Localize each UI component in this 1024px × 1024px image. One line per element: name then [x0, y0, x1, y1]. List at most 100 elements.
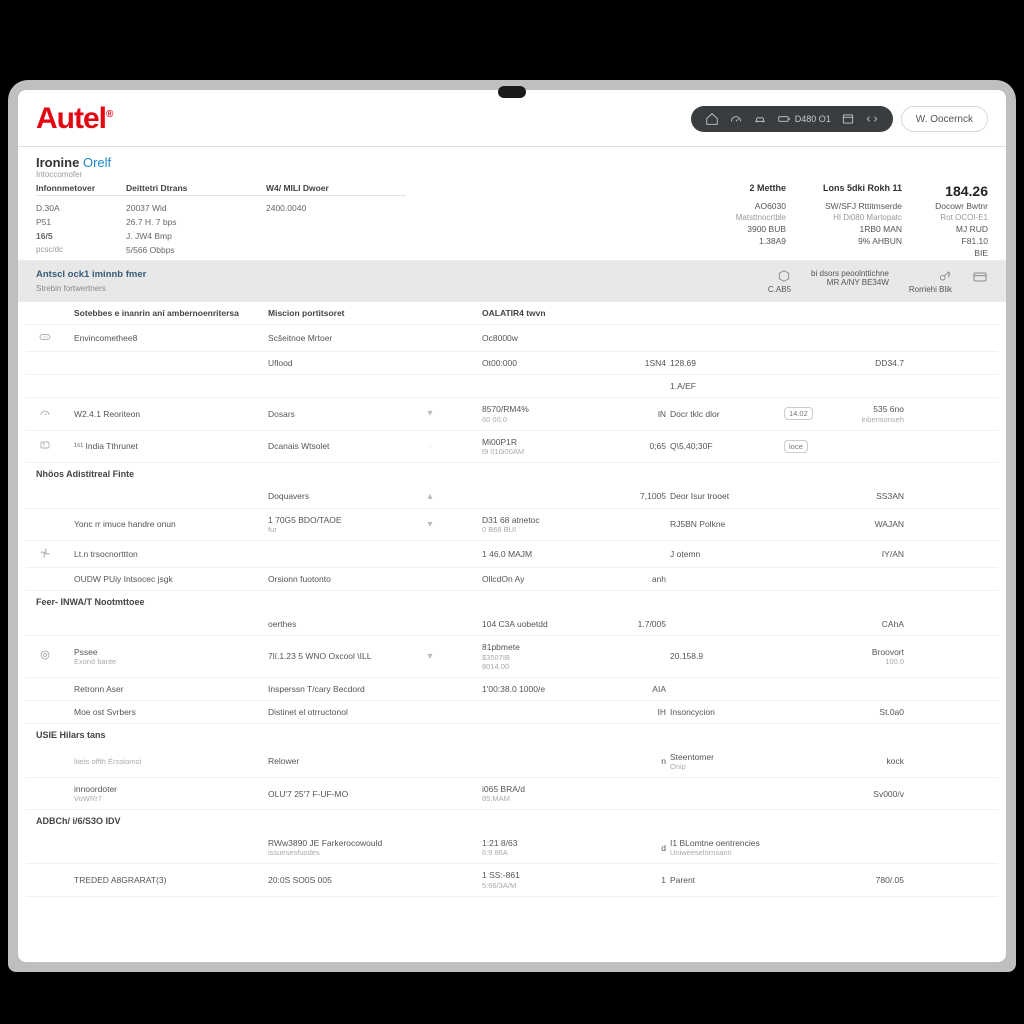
chevron-icon[interactable]: ▴	[422, 491, 438, 502]
row-c8: SteentomerOnip	[670, 752, 780, 771]
table-row[interactable]: Doquavers▴7,1005Deor Isur trooetSS3AN	[26, 485, 998, 509]
toolbar-car[interactable]	[753, 112, 767, 126]
table-row[interactable]: 1.A/EF	[26, 375, 998, 398]
row-desc: RWw3890 JE Farkerocowouldissuesesfuodes	[268, 838, 418, 857]
table-row[interactable]: TREDED A8GRARAT(3)20:0S SO0S 0051 SS:-86…	[26, 864, 998, 896]
row-value: Oc8000w	[482, 333, 602, 343]
table-row[interactable]: Envincomethee8Scšeitnoe MrtoerOc8000w	[26, 325, 998, 352]
row-label: OUDW PUiy Intsocec jsgk	[74, 574, 264, 584]
row-c8: Docr tklc dlor	[670, 409, 780, 419]
chevron-icon[interactable]: ▾	[422, 408, 438, 419]
table-row[interactable]: W2.4.1 ReoriteonDosars▾8570/RM4%60 00.0l…	[26, 398, 998, 430]
table-row[interactable]: OUDW PUiy Intsocec jsgkOrsionn fuotontoO…	[26, 568, 998, 591]
row-value: 104 C3A uobetdd	[482, 619, 602, 629]
camera-notch	[498, 86, 526, 98]
table-row[interactable]: PsseeExonó bante7lí.1.23 5 WNO Oxcool \I…	[26, 636, 998, 677]
row-value: Mi00P1Rt9 010i00AM	[482, 437, 602, 456]
toolbar-gauge[interactable]	[729, 112, 743, 126]
row-c8: Insoncycion	[670, 707, 780, 717]
device-frame: Autel® D480 O1 W. Oocernck Ironine Orelf…	[8, 80, 1016, 972]
row-label: PsseeExonó bante	[74, 647, 264, 666]
row-c10: IY/AN	[834, 549, 904, 559]
data-table: Sotebbes e inanrin aní ambernoenritersa …	[18, 302, 1006, 897]
table-row[interactable]: litets offth ÉrsstomstRelowernSteentomer…	[26, 746, 998, 778]
row-c8: J otemn	[670, 549, 780, 559]
meta-r2c0: P51	[36, 217, 126, 227]
row-c10: CAhA	[834, 619, 904, 629]
row-c8: 20.158.9	[670, 651, 780, 661]
row-desc: Orsionn fuotonto	[268, 574, 418, 584]
toolbar-window[interactable]	[841, 112, 855, 126]
table-row[interactable]: UfloodOt00:0001SN4128.69DD34.7	[26, 352, 998, 375]
page-title-b: Orelf	[83, 155, 111, 170]
screen: Autel® D480 O1 W. Oocernck Ironine Orelf…	[18, 90, 1006, 962]
user-name: W. Oocernck	[916, 114, 973, 125]
table-row[interactable]: innoordoterVoWRr7OLU'7 25'7 F-UF-MOi065 …	[26, 778, 998, 810]
car-icon	[753, 112, 767, 126]
row-c7: anh	[606, 574, 666, 584]
row-desc: 20:0S SO0S 005	[268, 875, 418, 885]
table-row[interactable]: Moe ost SvrbersDistinet el otrructonolIH…	[26, 701, 998, 724]
band-sub: Strebin fortwertners	[36, 284, 146, 293]
row-desc: Dosars	[268, 409, 418, 419]
page-subtitle: Iritoccomofer	[36, 170, 988, 179]
row-value: D31 68 atnetoc0 B66 BUI	[482, 515, 602, 534]
row-label: Yonc rr imuce handre onun	[74, 519, 264, 529]
row-c10: WAJAN	[834, 519, 904, 529]
meta-r3c0: 16/5	[36, 231, 126, 241]
row-desc: Scšeitnoe Mrtoer	[268, 333, 418, 343]
info-panel: Ironine Orelf Iritoccomofer Infonnmetove…	[18, 147, 1006, 261]
brand-logo: Autel®	[36, 102, 112, 136]
fan-icon	[36, 547, 70, 561]
stat-hdr-1: Lons 5dki Rokh 11	[792, 183, 902, 199]
stat-hdr-0: 2 Metthe	[706, 183, 786, 199]
stat-r4c0: 1.38A9	[706, 236, 786, 246]
user-chip[interactable]: W. Oocernck	[901, 106, 988, 132]
table-row[interactable]: Yonc rr imuce handre onun1 70G5 BDO/TAOE…	[26, 509, 998, 541]
row-c9: loce	[784, 440, 830, 453]
stat-r1c2: Docowr Bwtnr	[908, 201, 988, 211]
stat-r3c2: MJ RUD	[908, 224, 988, 234]
chevron-icon[interactable]: ▾	[422, 519, 438, 530]
card-icon[interactable]	[972, 269, 988, 285]
chevron-icon[interactable]: ·	[422, 441, 438, 452]
row-c8: 128.69	[670, 358, 780, 368]
meta-r4c2	[266, 245, 406, 255]
col-hdr-2: Miscion portitsoret	[268, 308, 418, 318]
row-c10: Sv000/v	[834, 789, 904, 799]
page-title: Ironine Orelf	[36, 155, 988, 170]
row-label: W2.4.1 Reoriteon	[74, 409, 264, 419]
table-row[interactable]: Lt.n trsocnorttton1 46.0 MAJMJ otemnIY/A…	[26, 541, 998, 568]
meter-icon	[36, 331, 70, 345]
toolbar-battery[interactable]: D480 O1	[777, 112, 831, 126]
band-title: Antscl ock1 iminnb fmer	[36, 269, 146, 280]
row-c9: 14.02	[784, 407, 830, 420]
table-row[interactable]: oerthes104 C3A uobetdd1.7/005CAhA	[26, 613, 998, 636]
row-desc: Insperssn T/cary Becdord	[268, 684, 418, 694]
toolbar-code[interactable]	[865, 112, 879, 126]
row-c7: 1.7/005	[606, 619, 666, 629]
row-label: ¹⁵¹ India Tthrunet	[74, 441, 264, 451]
info-row: Infonnmetover Deittetri Dtrans W4/ MILI …	[36, 183, 988, 258]
row-c7: d	[606, 843, 666, 853]
row-desc: OLU'7 25'7 F-UF-MO	[268, 789, 418, 799]
brand-name: Autel	[36, 102, 106, 135]
table-row[interactable]: ¹⁵¹ India TthrunetDcanais Wtsolet·Mi00P1…	[26, 431, 998, 463]
band-col-1-val: MR A/NY BE34W	[811, 278, 889, 287]
meta-hdr-0: Infonnmetover	[36, 183, 126, 196]
chevron-icon[interactable]: ▾	[422, 651, 438, 662]
row-c10: DD34.7	[834, 358, 904, 368]
row-c10: Broovort100.0	[834, 647, 904, 666]
row-c7: IH	[606, 707, 666, 717]
stat-big: 184.26	[908, 183, 988, 199]
stat-r1c1: SW/SFJ Rttitmserde	[792, 201, 902, 211]
row-value: 81pbmete$3507IB8014.00	[482, 642, 602, 670]
row-desc: Doquavers	[268, 491, 418, 501]
hex-icon	[777, 269, 791, 283]
toolbar-home[interactable]	[705, 112, 719, 126]
gauge-icon	[36, 407, 70, 421]
window-icon	[841, 112, 855, 126]
table-row[interactable]: Retronn AserInsperssn T/cary Becdord1'00…	[26, 678, 998, 701]
table-row[interactable]: RWw3890 JE Farkerocowouldissuesesfuodes1…	[26, 832, 998, 864]
meta-r1c1: 20037 Wid	[126, 203, 266, 213]
